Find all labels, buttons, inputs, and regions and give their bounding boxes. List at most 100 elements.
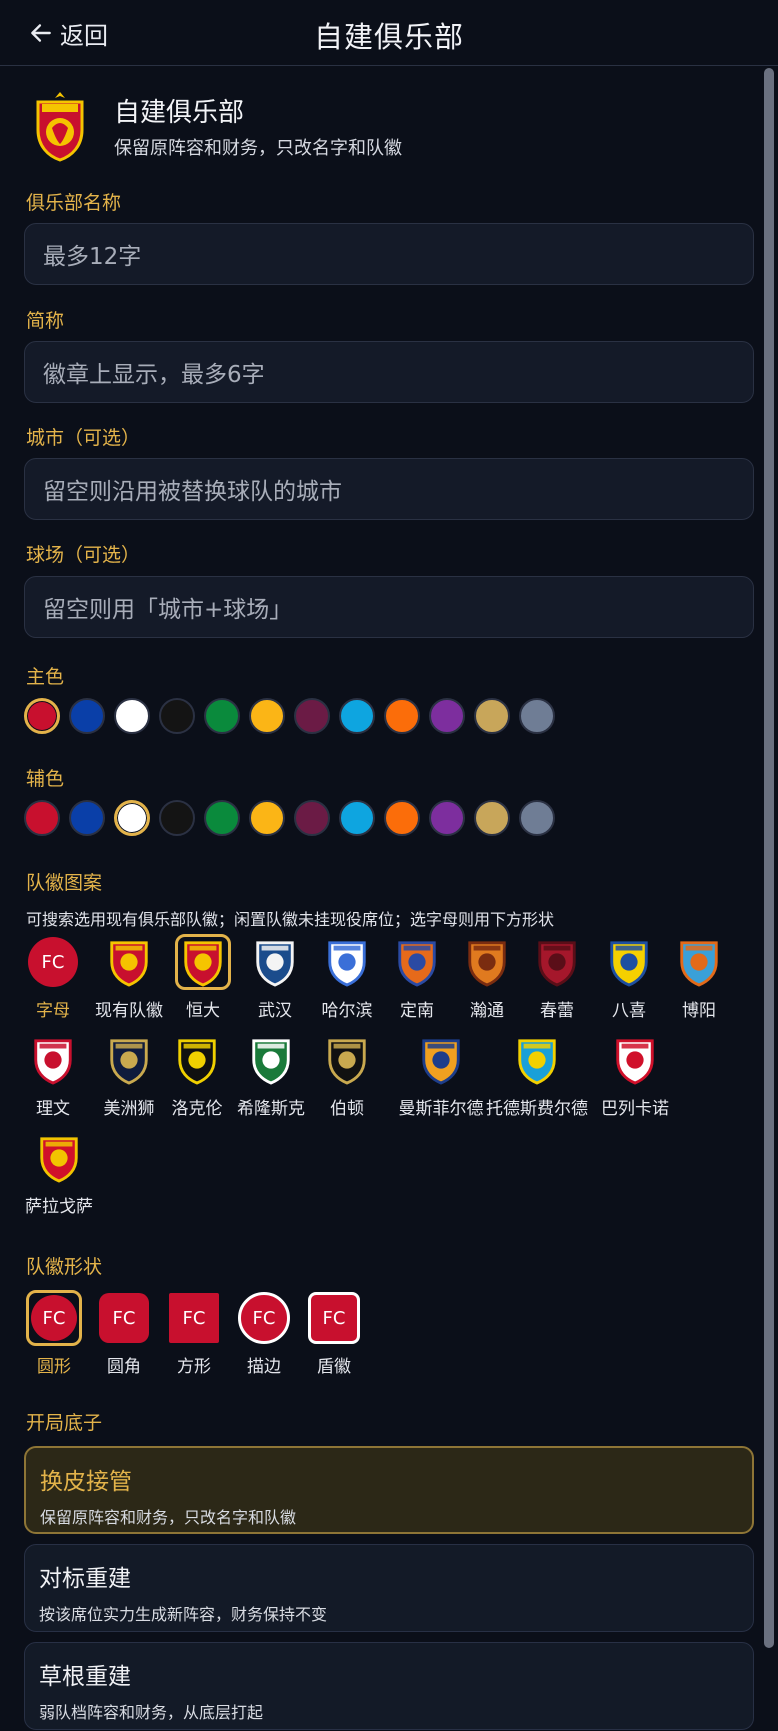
shape-label: 队徽形状 (26, 1256, 103, 1278)
todesfelde-crest-icon (509, 1032, 565, 1088)
club-name-placeholder: 最多12字 (43, 244, 142, 270)
club-name-input[interactable]: 最多12字 (24, 223, 754, 285)
emblem-option[interactable]: 伯顿 (302, 1032, 392, 1119)
shape-preview-text: FC (308, 1292, 360, 1344)
existing-crest-icon (101, 934, 157, 990)
liwen-crest-icon (25, 1032, 81, 1088)
shape-preview-text: FC (169, 1293, 219, 1343)
mansfield-crest-icon (413, 1032, 469, 1088)
intro-title: 自建俱乐部 (114, 98, 245, 128)
start-option[interactable]: 对标重建按该席位实力生成新阵容，财务保持不变 (24, 1544, 754, 1632)
club-name-label: 俱乐部名称 (26, 192, 122, 214)
start-option-desc: 按该席位实力生成新阵容，财务保持不变 (39, 1605, 328, 1624)
emblem-option-label: 巴列卡诺 (601, 1099, 669, 1119)
primary-color-swatch[interactable] (339, 698, 375, 734)
start-option-desc: 保留原阵容和财务，只改名字和队徽 (40, 1508, 297, 1527)
secondary-color-swatch[interactable] (429, 800, 465, 836)
start-option-title: 换皮接管 (40, 1469, 132, 1495)
primary-color-swatch[interactable] (159, 698, 195, 734)
secondary-color-picker (24, 800, 555, 836)
secondary-color-swatch[interactable] (294, 800, 330, 836)
emblem-option[interactable]: 巴列卡诺 (590, 1032, 680, 1119)
emblem-option[interactable]: 托德斯费尔德 (482, 1032, 592, 1119)
emblem-option-label: 伯顿 (330, 1099, 364, 1119)
short-name-label: 简称 (26, 310, 65, 332)
secondary-color-label: 辅色 (26, 768, 65, 790)
emblem-label: 队徽图案 (26, 872, 103, 894)
lokeren-crest-icon (169, 1032, 225, 1088)
shape-preview: FC (166, 1290, 222, 1346)
stadium-label: 球场（可选） (26, 544, 141, 566)
primary-color-picker (24, 698, 555, 734)
boyang-crest-icon (671, 934, 727, 990)
primary-color-swatch[interactable] (69, 698, 105, 734)
wuhan-crest-icon (247, 934, 303, 990)
primary-color-swatch[interactable] (294, 698, 330, 734)
shape-option[interactable]: FC 圆形 (24, 1290, 84, 1377)
shape-preview-text: FC (99, 1293, 149, 1343)
shape-preview: FC (26, 1290, 82, 1346)
city-input[interactable]: 留空则沿用被替换球队的城市 (24, 458, 754, 520)
pumas-crest-icon (101, 1032, 157, 1088)
shape-option[interactable]: FC 圆角 (94, 1290, 154, 1377)
primary-color-swatch[interactable] (519, 698, 555, 734)
form-content: 自建俱乐部 保留原阵容和财务，只改名字和队徽 俱乐部名称 最多12字 简称 徽章… (0, 66, 778, 1731)
primary-color-swatch[interactable] (114, 698, 150, 734)
city-placeholder: 留空则沿用被替换球队的城市 (43, 479, 342, 505)
slask-crest-icon (243, 1032, 299, 1088)
secondary-color-swatch[interactable] (249, 800, 285, 836)
stadium-placeholder: 留空则用「城市+球场」 (43, 597, 293, 623)
short-name-input[interactable]: 徽章上显示，最多6字 (24, 341, 754, 403)
harbin-crest-icon (319, 934, 375, 990)
shape-option-label: 圆形 (37, 1357, 71, 1377)
primary-color-swatch[interactable] (429, 698, 465, 734)
secondary-color-swatch[interactable] (384, 800, 420, 836)
shape-option[interactable]: FC 方形 (164, 1290, 224, 1377)
emblem-option-label: 托德斯费尔德 (486, 1099, 588, 1119)
start-option[interactable]: 换皮接管保留原阵容和财务，只改名字和队徽 (24, 1446, 754, 1534)
emblem-hint: 可搜索选用现有俱乐部队徽；闲置队徽未挂现役席位；选字母则用下方形状 (26, 910, 555, 929)
letter-badge-text: FC (28, 937, 78, 987)
zaragoza-crest-icon (31, 1130, 87, 1186)
primary-color-swatch[interactable] (474, 698, 510, 734)
shape-preview-text: FC (31, 1295, 77, 1341)
intro-subtitle: 保留原阵容和财务，只改名字和队徽 (114, 138, 402, 159)
rayo-crest-icon (607, 1032, 663, 1088)
shape-option[interactable]: FC 盾徽 (304, 1290, 364, 1377)
top-bar: 返回 自建俱乐部 (0, 0, 778, 66)
letter-badge-icon: FC (25, 934, 81, 990)
stadium-input[interactable]: 留空则用「城市+球场」 (24, 576, 754, 638)
hengda-crest-icon (175, 934, 231, 990)
emblem-option[interactable]: 萨拉戈萨 (14, 1130, 104, 1217)
emblem-option-label: 博阳 (682, 1001, 716, 1021)
dingnan-crest-icon (389, 934, 445, 990)
emblem-option[interactable]: 博阳 (654, 934, 744, 1021)
start-option[interactable]: 草根重建 弱队档阵容和财务，从底层打起 (24, 1642, 754, 1730)
shape-option-label: 圆角 (107, 1357, 141, 1377)
secondary-color-swatch[interactable] (159, 800, 195, 836)
secondary-color-swatch[interactable] (69, 800, 105, 836)
secondary-color-swatch[interactable] (339, 800, 375, 836)
shape-preview: FC (236, 1290, 292, 1346)
emblem-option-label: 萨拉戈萨 (25, 1197, 93, 1217)
emblem-option[interactable]: 曼斯菲尔德 (386, 1032, 496, 1119)
secondary-color-swatch[interactable] (24, 800, 60, 836)
chunlei-crest-icon (529, 934, 585, 990)
start-label: 开局底子 (26, 1412, 103, 1434)
primary-color-swatch[interactable] (384, 698, 420, 734)
secondary-color-swatch[interactable] (204, 800, 240, 836)
shape-preview: FC (96, 1290, 152, 1346)
primary-color-swatch[interactable] (204, 698, 240, 734)
city-label: 城市（可选） (26, 427, 141, 449)
start-option-title: 对标重建 (39, 1566, 131, 1592)
primary-color-swatch[interactable] (249, 698, 285, 734)
burton-crest-icon (319, 1032, 375, 1088)
shape-option-label: 方形 (177, 1357, 211, 1377)
shape-preview: FC (306, 1290, 362, 1346)
secondary-color-swatch[interactable] (474, 800, 510, 836)
start-option-title: 草根重建 (39, 1664, 131, 1690)
shape-option[interactable]: FC 描边 (234, 1290, 294, 1377)
primary-color-swatch[interactable] (24, 698, 60, 734)
secondary-color-swatch[interactable] (519, 800, 555, 836)
secondary-color-swatch[interactable] (114, 800, 150, 836)
